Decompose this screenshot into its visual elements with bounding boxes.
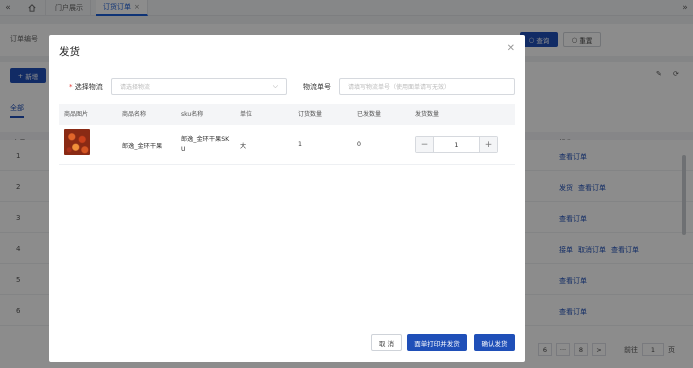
chevron-down-icon: ⌵ bbox=[272, 82, 278, 90]
logistics-label: * 选择物流 bbox=[69, 83, 103, 91]
row-divider bbox=[59, 164, 515, 165]
unit-value: 大 bbox=[240, 143, 247, 150]
col-sku: sku名称 bbox=[181, 111, 204, 118]
close-icon[interactable]: ✕ bbox=[507, 43, 515, 54]
tracking-placeholder: 请填写物流单号（使用面单请写无效） bbox=[348, 84, 451, 91]
ordered-qty: 1 bbox=[298, 141, 302, 148]
goods-table-header: 商品图片 商品名称 sku名称 单位 订货数量 已发数量 发货数量 bbox=[59, 104, 515, 125]
cancel-button[interactable]: 取 消 bbox=[371, 334, 402, 351]
ship-qty-input[interactable]: 1 bbox=[433, 137, 480, 152]
shipped-qty: 0 bbox=[357, 141, 361, 148]
confirm-ship-button[interactable]: 确认发货 bbox=[474, 334, 515, 351]
tracking-label: 物流单号 bbox=[303, 83, 331, 91]
col-name: 商品名称 bbox=[122, 111, 147, 118]
dialog-title: 发货 bbox=[59, 46, 80, 58]
tracking-input[interactable]: 请填写物流单号（使用面单请写无效） bbox=[339, 78, 515, 95]
product-thumbnail bbox=[64, 129, 90, 155]
logistics-placeholder: 请选择物流 bbox=[120, 84, 151, 91]
logistics-label-text: 选择物流 bbox=[72, 83, 103, 91]
increment-button[interactable]: + bbox=[480, 137, 497, 152]
col-unit: 单位 bbox=[240, 111, 253, 118]
print-and-ship-button[interactable]: 面单打印并发货 bbox=[407, 334, 467, 351]
sku-name: 郎逸_金环干果SKU bbox=[181, 136, 230, 153]
ship-qty-stepper: − 1 + bbox=[415, 136, 498, 153]
decrement-button[interactable]: − bbox=[416, 137, 433, 152]
logistics-select[interactable]: 请选择物流 ⌵ bbox=[111, 78, 287, 95]
col-image: 商品图片 bbox=[64, 111, 89, 118]
col-ship-qty: 发货数量 bbox=[415, 111, 440, 118]
col-shipped: 已发数量 bbox=[357, 111, 382, 118]
product-name: 郎逸_金环干果 bbox=[122, 143, 163, 150]
ship-dialog: 发货 ✕ * 选择物流 请选择物流 ⌵ 物流单号 请填写物流单号（使用面单请写无… bbox=[49, 35, 525, 362]
col-ordered: 订货数量 bbox=[298, 111, 323, 118]
